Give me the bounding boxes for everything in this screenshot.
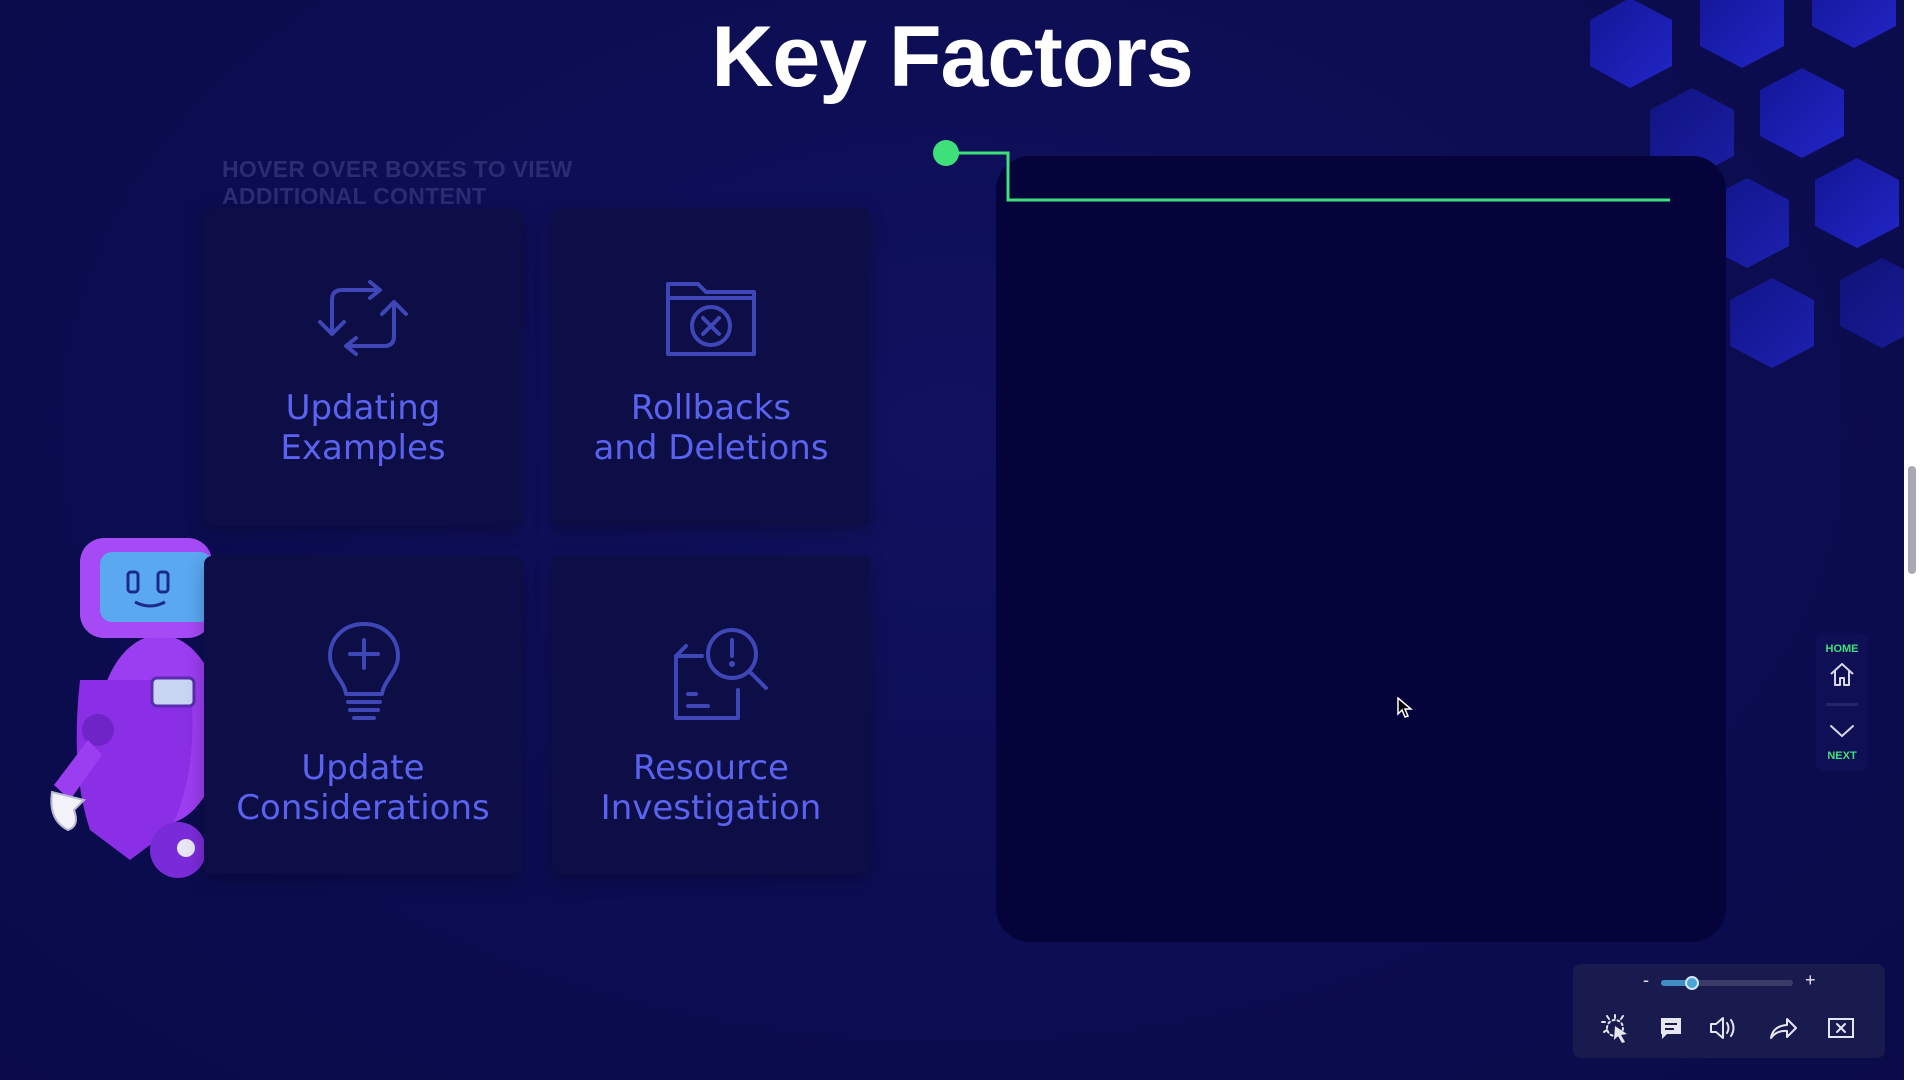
hover-instruction: HOVER OVER BOXES TO VIEW ADDITIONAL CONT…	[222, 156, 573, 209]
nav-divider	[1826, 703, 1858, 706]
volume-icon[interactable]	[1707, 1012, 1739, 1044]
document-search-alert-icon	[674, 628, 768, 720]
scrollbar-thumb[interactable]	[1908, 466, 1916, 574]
home-icon[interactable]	[1828, 660, 1856, 688]
card-label: Rollbacks and Deletions	[593, 388, 829, 468]
player-controls: - +	[1573, 964, 1885, 1058]
content-panel	[996, 156, 1726, 942]
share-icon[interactable]	[1767, 1012, 1799, 1044]
pointer-click-icon[interactable]	[1599, 1012, 1631, 1044]
card-resource-investigation[interactable]: Resource Investigation	[552, 556, 870, 874]
chevron-down-icon[interactable]	[1828, 717, 1856, 745]
page-title: Key Factors	[711, 9, 1193, 105]
card-updating-examples[interactable]: Updating Examples	[204, 208, 522, 526]
card-label: Update Considerations	[236, 748, 490, 828]
vertical-scrollbar[interactable]	[1904, 0, 1920, 1080]
card-label: Resource Investigation	[600, 748, 822, 828]
card-label: Updating Examples	[280, 388, 446, 468]
exit-fullscreen-icon[interactable]	[1825, 1012, 1857, 1044]
zoom-out-button[interactable]: -	[1643, 970, 1649, 991]
robot-mascot-illustration	[50, 538, 220, 878]
card-update-considerations[interactable]: Update Considerations	[204, 556, 522, 874]
refresh-cycle-icon	[318, 280, 408, 356]
zoom-in-button[interactable]: +	[1805, 970, 1816, 991]
lightbulb-plus-icon	[328, 622, 400, 720]
mouse-cursor-icon	[1397, 697, 1413, 718]
side-navigation: HOME NEXT	[1816, 633, 1868, 771]
card-rollbacks-and-deletions[interactable]: Rollbacks and Deletions	[552, 208, 870, 526]
panel-connector-line	[933, 140, 1670, 202]
next-label: NEXT	[1827, 750, 1857, 762]
home-label: HOME	[1825, 643, 1859, 655]
zoom-slider-thumb[interactable]	[1684, 976, 1699, 990]
zoom-slider[interactable]	[1661, 976, 1793, 990]
folder-delete-icon	[666, 282, 756, 356]
captions-icon[interactable]	[1655, 1012, 1687, 1044]
